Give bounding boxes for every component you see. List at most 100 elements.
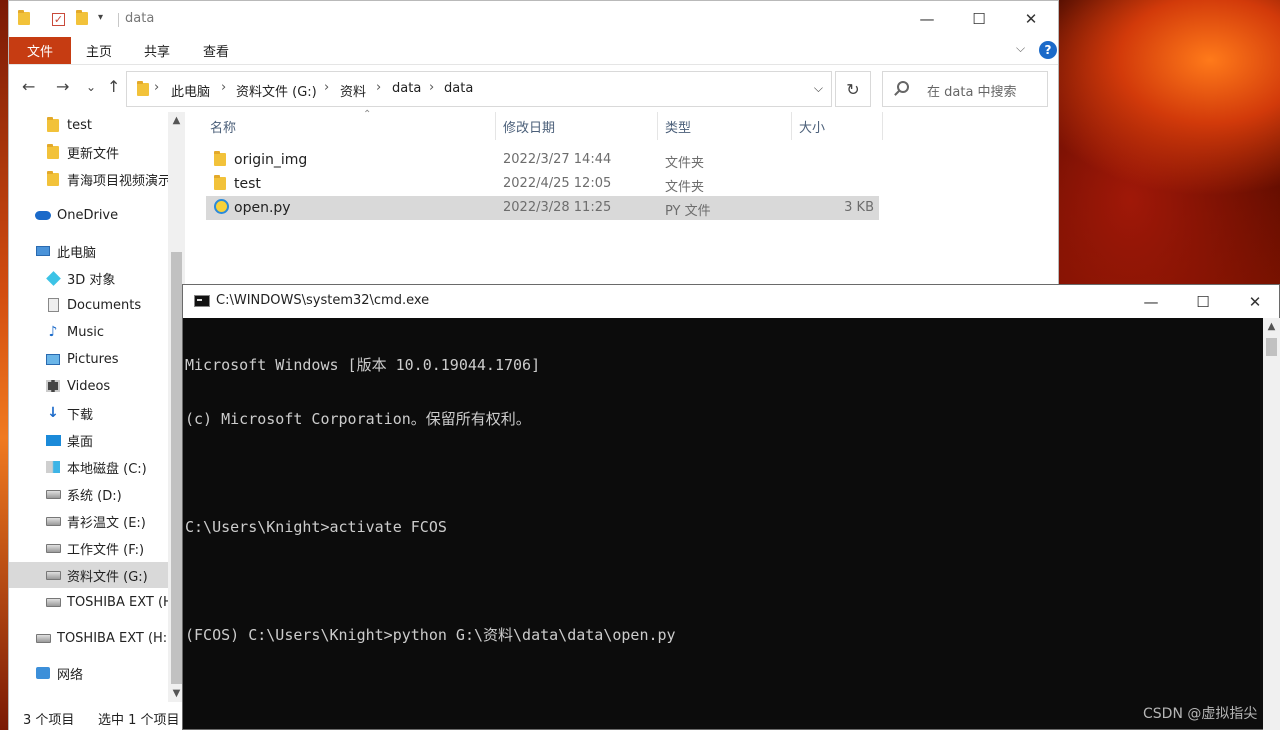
sidebar-item-drive-h[interactable]: TOSHIBA EXT (H:) [45, 589, 169, 615]
folder-icon [137, 81, 149, 100]
folder-icon [214, 151, 226, 170]
column-header-date[interactable]: 修改日期 [496, 112, 658, 140]
new-folder-icon[interactable] [76, 10, 90, 26]
breadcrumb-chevron-icon[interactable]: › [221, 80, 226, 95]
documents-icon [45, 297, 61, 313]
sidebar-item-onedrive[interactable]: OneDrive [35, 202, 169, 228]
breadcrumb-chevron-icon[interactable]: › [376, 80, 381, 95]
up-arrow-icon[interactable]: ↑ [107, 77, 120, 96]
breadcrumb-data-current[interactable]: data [444, 81, 473, 96]
forward-arrow-icon[interactable]: → [56, 77, 69, 96]
sidebar-item-toshiba-ext[interactable]: TOSHIBA EXT (H:) [35, 625, 169, 651]
scroll-up-icon[interactable]: ▲ [168, 112, 185, 129]
sidebar-item-drive-f[interactable]: 工作文件 (F:) [45, 535, 169, 561]
cmd-minimize-button[interactable]: — [1125, 285, 1177, 318]
refresh-button[interactable]: ↻ [835, 71, 871, 107]
console-output[interactable]: Microsoft Windows [版本 10.0.19044.1706] (… [183, 318, 1263, 730]
sidebar-item-downloads[interactable]: ↓ 下载 [45, 400, 169, 426]
breadcrumb-chevron-icon[interactable]: › [324, 80, 329, 95]
back-arrow-icon[interactable]: ← [22, 77, 35, 96]
sidebar-item-test[interactable]: test [45, 112, 169, 138]
file-type: 文件夹 [665, 180, 705, 195]
windows-drive-icon [45, 459, 61, 475]
file-name: test [234, 176, 261, 192]
console-scrollbar[interactable]: ▲ [1263, 318, 1280, 730]
sidebar-item-3d-objects[interactable]: 3D 对象 [45, 265, 169, 291]
sidebar-item-drive-g[interactable]: 资料文件 (G:) [9, 562, 169, 588]
file-type: PY 文件 [665, 204, 711, 219]
drive-icon [45, 513, 61, 529]
scrollbar-thumb[interactable] [171, 252, 182, 684]
sidebar-item-documents[interactable]: Documents [45, 292, 169, 318]
ribbon-tab-share[interactable]: 共享 [144, 37, 170, 64]
breadcrumb-drive-g[interactable]: 资料文件 (G:) [236, 81, 317, 100]
breadcrumb-data[interactable]: data [392, 81, 421, 96]
command-prompt-window: C:\WINDOWS\system32\cmd.exe — ☐ ✕ Micros… [182, 284, 1280, 730]
minimize-button[interactable]: — [901, 1, 953, 37]
scrollbar-thumb[interactable] [1266, 338, 1277, 356]
sidebar-item-videos[interactable]: Videos [45, 373, 169, 399]
python-file-icon [214, 199, 229, 218]
window-title: data [125, 11, 155, 26]
item-count: 3 个项目 [23, 713, 75, 728]
cmd-maximize-button[interactable]: ☐ [1177, 285, 1229, 318]
sidebar-item-network[interactable]: 网络 [35, 660, 169, 686]
close-button[interactable]: ✕ [1005, 1, 1057, 37]
help-icon[interactable]: ? [1039, 41, 1057, 59]
breadcrumb-chevron-icon[interactable]: › [429, 80, 434, 95]
properties-check-icon[interactable]: ✓ [52, 12, 66, 26]
sidebar-item-music[interactable]: ♪ Music [45, 319, 169, 345]
console-line: (FCOS) C:\Users\Knight>python G:\资料\data… [185, 626, 676, 644]
desktop-icon [45, 432, 61, 448]
ribbon: 文件 主页 共享 查看 ⌵ ? [9, 37, 1058, 64]
ribbon-tab-file[interactable]: 文件 [9, 37, 71, 64]
sidebar-item-pictures[interactable]: Pictures [45, 346, 169, 372]
column-header-name[interactable]: 名称 ⌃ [203, 109, 496, 140]
console-icon [194, 295, 210, 307]
ribbon-tab-view[interactable]: 查看 [203, 37, 229, 64]
folder-icon [45, 143, 61, 160]
desktop-wallpaper-edge [0, 0, 8, 730]
cmd-window-title: C:\WINDOWS\system32\cmd.exe [216, 293, 430, 308]
ribbon-tab-home[interactable]: 主页 [86, 37, 112, 64]
scroll-up-icon[interactable]: ▲ [1263, 318, 1280, 335]
column-header-size[interactable]: 大小 [792, 112, 883, 140]
drive-icon [45, 594, 61, 610]
address-bar[interactable]: › 此电脑 › 资料文件 (G:) › 资料 › data › data ⌵ [126, 71, 832, 107]
quick-access-dropdown-icon[interactable]: ▾ [98, 12, 112, 26]
sidebar-item-desktop[interactable]: 桌面 [45, 427, 169, 453]
onedrive-icon [35, 207, 51, 223]
address-dropdown-icon[interactable]: ⌵ [814, 81, 823, 96]
breadcrumb-chevron-icon[interactable]: › [154, 80, 159, 95]
file-row-test[interactable]: test 2022/4/25 12:05 文件夹 [206, 172, 879, 196]
drive-icon [45, 567, 61, 583]
explorer-titlebar[interactable]: ✓ ▾ data — ☐ ✕ [9, 1, 1058, 37]
sidebar-item-this-pc[interactable]: 此电脑 [35, 238, 169, 264]
breadcrumb-this-pc[interactable]: 此电脑 [171, 81, 210, 100]
file-type: 文件夹 [665, 156, 705, 171]
cmd-close-button[interactable]: ✕ [1229, 285, 1280, 318]
breadcrumb-ziliao[interactable]: 资料 [340, 81, 366, 100]
sidebar-item-update-files[interactable]: 更新文件 [45, 139, 169, 165]
computer-icon [35, 243, 51, 259]
search-input[interactable]: 在 data 中搜索 [882, 71, 1048, 107]
sidebar-item-drive-d[interactable]: 系统 (D:) [45, 481, 169, 507]
ribbon-expand-icon[interactable]: ⌵ [1016, 41, 1025, 56]
folder-icon [18, 10, 32, 26]
sidebar-item-drive-e[interactable]: 青衫温文 (E:) [45, 508, 169, 534]
file-row-origin-img[interactable]: origin_img 2022/3/27 14:44 文件夹 [206, 148, 879, 172]
3d-objects-icon [45, 270, 61, 286]
file-date: 2022/3/27 14:44 [503, 152, 612, 167]
selection-count: 选中 1 个项目 [98, 713, 180, 728]
sidebar-item-drive-c[interactable]: 本地磁盘 (C:) [45, 454, 169, 480]
column-header-type[interactable]: 类型 [658, 112, 792, 140]
music-icon: ♪ [48, 324, 58, 340]
file-row-open-py[interactable]: open.py 2022/3/28 11:25 PY 文件 3 KB [206, 196, 879, 220]
maximize-button[interactable]: ☐ [953, 1, 1005, 37]
navigation-bar: ← → ⌄ ↑ › 此电脑 › 资料文件 (G:) › 资料 › data › … [9, 64, 1058, 112]
cmd-titlebar[interactable]: C:\WINDOWS\system32\cmd.exe — ☐ ✕ [183, 285, 1279, 318]
recent-locations-icon[interactable]: ⌄ [86, 80, 96, 94]
sidebar-item-qinghai-video[interactable]: 青海项目视频演示 [45, 166, 169, 192]
